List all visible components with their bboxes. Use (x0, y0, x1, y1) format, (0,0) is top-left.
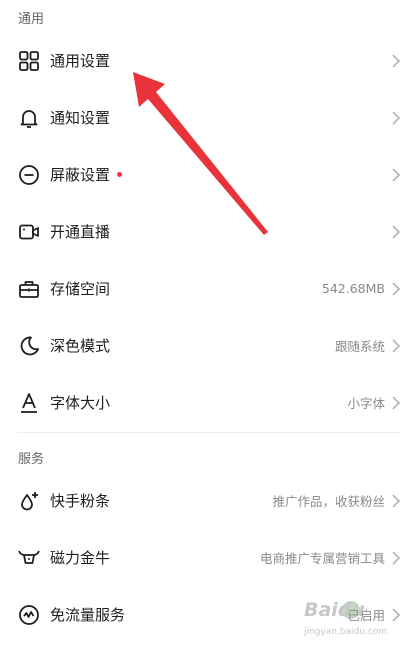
chevron-right-icon (391, 167, 401, 182)
settings-row-font-size[interactable]: 字体大小 小字体 (0, 374, 417, 431)
settings-label: 屏蔽设置 (50, 166, 111, 184)
magnetic-niu-desc: 电商推广专属营销工具 (259, 551, 385, 566)
font-size-value: 小字体 (347, 396, 385, 411)
watermark-brand: Baidu (304, 599, 365, 621)
settings-label: 字体大小 (50, 394, 111, 412)
baidu-watermark: Baidu jingyan.baidu.com (300, 595, 410, 645)
new-badge-dot (117, 172, 122, 177)
toolbox-icon (17, 277, 41, 301)
service-label: 磁力金牛 (50, 549, 111, 567)
chevron-right-icon (391, 53, 401, 68)
chevron-right-icon (391, 224, 401, 239)
service-label: 快手粉条 (50, 492, 111, 510)
storage-value: 542.68MB (321, 281, 385, 296)
watermark-site: jingyan.baidu.com (304, 627, 388, 637)
service-label: 免流量服务 (50, 606, 126, 624)
grid-icon (17, 49, 41, 73)
settings-row-general[interactable]: 通用设置 (0, 32, 417, 89)
chevron-right-icon (391, 281, 401, 296)
settings-label: 存储空间 (50, 280, 111, 298)
drop-plus-icon (17, 489, 41, 513)
moon-icon (17, 334, 41, 358)
settings-label: 深色模式 (50, 337, 111, 355)
settings-label: 通知设置 (50, 109, 111, 127)
section-header-general: 通用 (18, 12, 45, 27)
settings-row-live[interactable]: 开通直播 (0, 203, 417, 260)
service-row-kuaishou-fans[interactable]: 快手粉条 推广作品，收获粉丝 (0, 472, 417, 529)
chevron-right-icon (391, 395, 401, 410)
settings-row-notifications[interactable]: 通知设置 (0, 89, 417, 146)
chevron-right-icon (391, 550, 401, 565)
chevron-right-icon (391, 493, 401, 508)
settings-row-dark-mode[interactable]: 深色模式 跟随系统 (0, 317, 417, 374)
section-divider (17, 432, 400, 433)
chevron-right-icon (391, 338, 401, 353)
chevron-right-icon (391, 110, 401, 125)
minus-circle-icon (17, 163, 41, 187)
video-camera-icon (17, 220, 41, 244)
settings-row-storage[interactable]: 存储空间 542.68MB (0, 260, 417, 317)
settings-label: 通用设置 (50, 52, 111, 70)
dark-mode-value: 跟随系统 (334, 339, 385, 354)
font-a-icon (17, 391, 41, 415)
settings-row-block[interactable]: 屏蔽设置 (0, 146, 417, 203)
pulse-circle-icon (17, 603, 41, 627)
service-row-magnetic-niu[interactable]: 磁力金牛 电商推广专属营销工具 (0, 529, 417, 586)
bell-icon (17, 106, 41, 130)
bull-icon (17, 546, 41, 570)
section-header-services: 服务 (18, 452, 45, 467)
kuaishou-fans-desc: 推广作品，收获粉丝 (272, 494, 385, 509)
settings-label: 开通直播 (50, 223, 111, 241)
